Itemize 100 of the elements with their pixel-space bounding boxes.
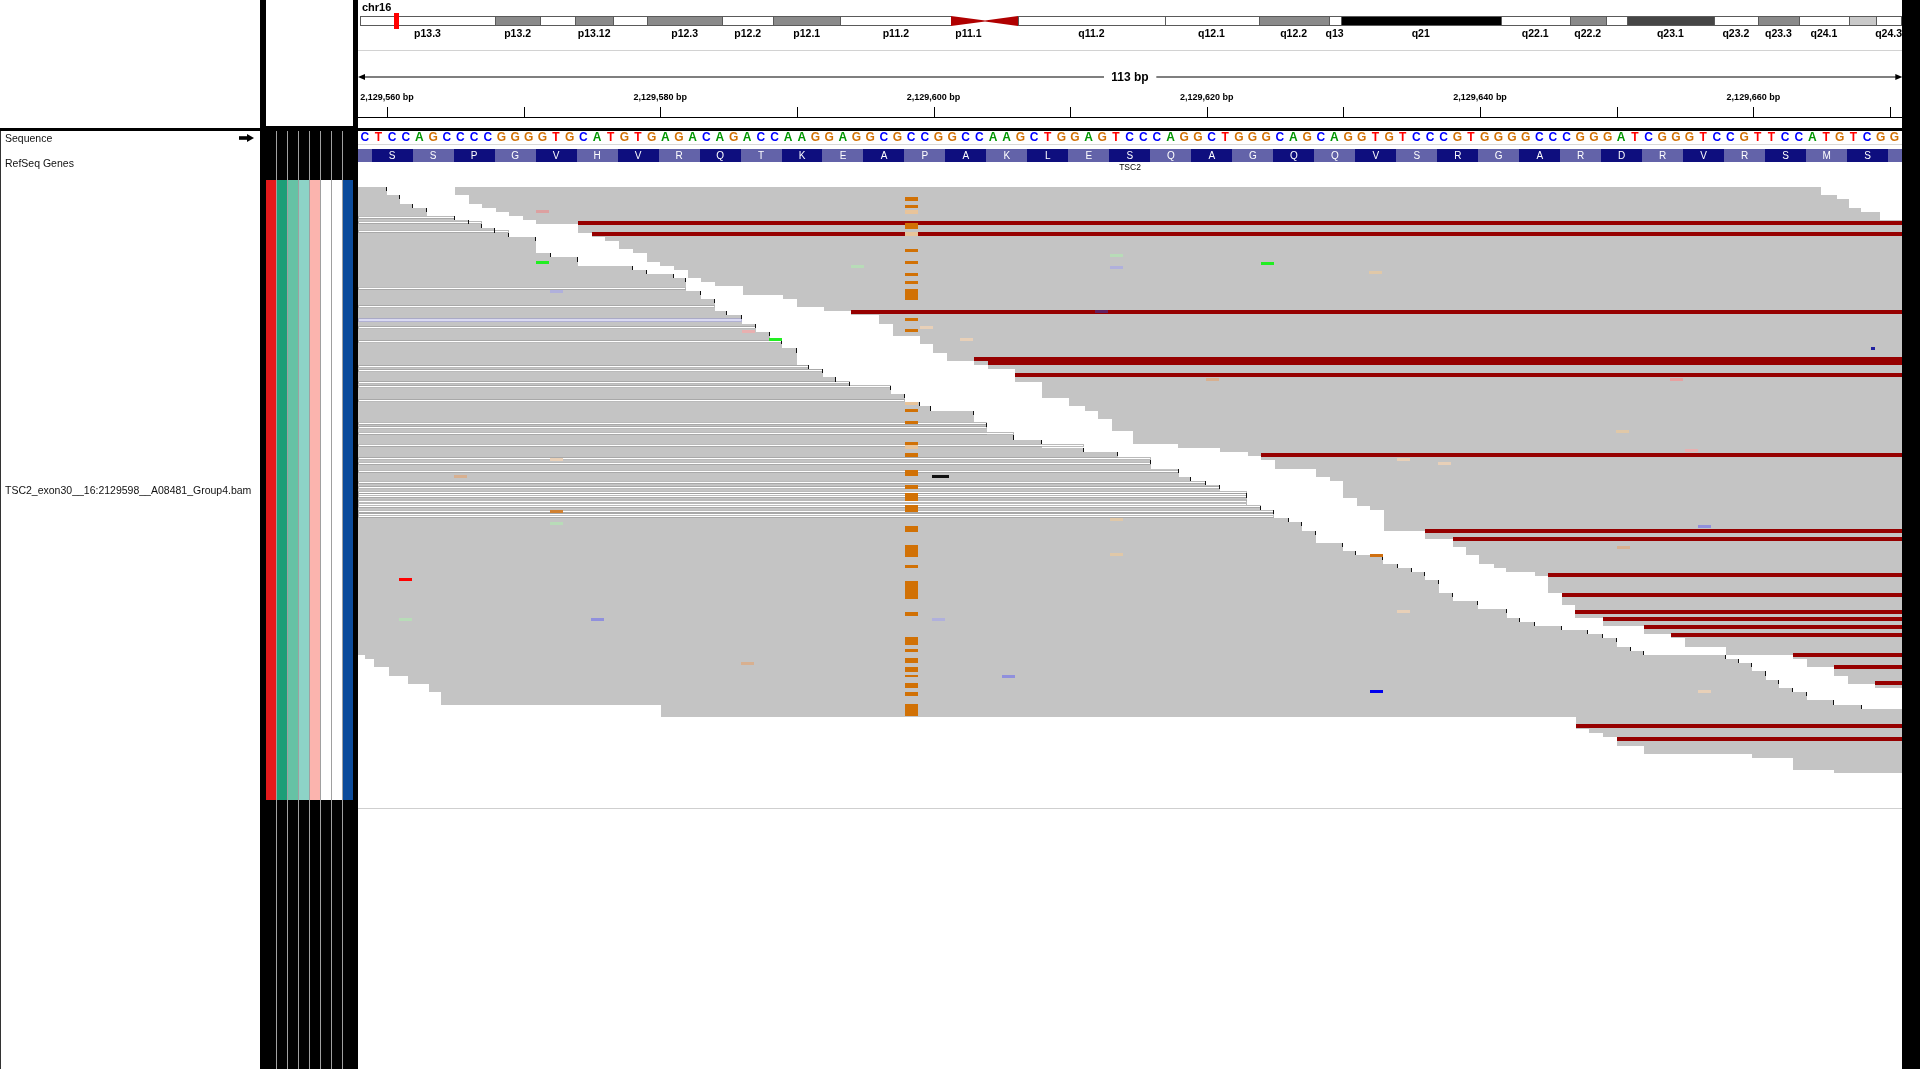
band-label: q22.2 xyxy=(1574,26,1602,39)
base-letter: C xyxy=(878,131,890,144)
base-letter: C xyxy=(1561,131,1572,144)
base-letter: G xyxy=(1301,131,1313,144)
tick-label: 2,129,560 bp xyxy=(360,92,414,103)
base-letter: G xyxy=(495,131,508,144)
locus-marker-icon xyxy=(394,13,399,29)
base-letter: G xyxy=(1683,131,1696,144)
base-letter: T xyxy=(1630,131,1640,144)
base-letter: C xyxy=(1124,131,1135,144)
base-letter: C xyxy=(400,131,412,144)
base-letter: C xyxy=(700,131,712,144)
base-letter: G xyxy=(1588,131,1600,144)
amino-acid: Q xyxy=(1273,149,1315,162)
base-letter: G xyxy=(1574,131,1586,144)
base-letter: G xyxy=(932,131,945,144)
amino-acid: S xyxy=(371,149,413,162)
band-label: p13.2 xyxy=(504,26,532,39)
amino-acid: A xyxy=(1519,149,1561,162)
base-letter: G xyxy=(1246,131,1259,144)
base-letter: C xyxy=(919,131,931,144)
band-label: q11.2 xyxy=(1078,26,1105,39)
amino-acid: L xyxy=(1027,149,1069,162)
base-letter: G xyxy=(850,131,863,144)
base-letter: G xyxy=(1875,131,1887,144)
base-letter: C xyxy=(468,131,480,144)
base-letter: C xyxy=(1793,131,1805,144)
base-letter: C xyxy=(578,131,589,144)
band-label: q23.2 xyxy=(1722,26,1750,39)
base-letter: G xyxy=(536,131,549,144)
base-letter: C xyxy=(1424,131,1436,144)
amino-acid: S xyxy=(1765,149,1807,162)
base-letter: C xyxy=(386,131,398,144)
base-letter: G xyxy=(1670,131,1682,144)
band-label: q13 xyxy=(1325,26,1344,39)
band-label: p12.1 xyxy=(793,26,821,39)
base-letter: G xyxy=(1233,131,1245,144)
band-label: q24.3 xyxy=(1875,26,1902,39)
base-letter: A xyxy=(714,131,726,144)
tick-label: 2,129,640 bp xyxy=(1453,92,1507,103)
base-letter: G xyxy=(1178,131,1190,144)
base-letter: C xyxy=(755,131,767,144)
base-letter: A xyxy=(987,131,999,144)
base-letter: G xyxy=(1656,131,1668,144)
amino-acid: V xyxy=(1355,149,1397,162)
band-label: q24.1 xyxy=(1810,26,1838,39)
base-letter: C xyxy=(1315,131,1327,144)
base-letter: T xyxy=(633,131,643,144)
base-letter: G xyxy=(1055,131,1067,144)
amino-acid: V xyxy=(535,149,577,162)
band-label: p13.12 xyxy=(577,26,611,39)
base-letter: T xyxy=(1466,131,1476,144)
tick-label: 2,129,660 bp xyxy=(1726,92,1781,103)
base-letter: G xyxy=(809,131,822,144)
base-letter: G xyxy=(645,131,658,144)
base-letter: G xyxy=(1356,131,1368,144)
amino-acid: D xyxy=(1601,149,1643,162)
base-letter: G xyxy=(946,131,958,144)
base-letter: T xyxy=(373,131,384,144)
band-label: p12.3 xyxy=(671,26,699,39)
amino-acid: K xyxy=(781,149,823,162)
amino-acid: A xyxy=(1191,149,1233,162)
base-letter: A xyxy=(837,131,849,144)
base-letter: G xyxy=(823,131,835,144)
base-letter: T xyxy=(1698,131,1708,144)
base-letter: A xyxy=(1329,131,1340,144)
base-letter: C xyxy=(1151,131,1163,144)
base-letter: G xyxy=(727,131,740,144)
base-letter: C xyxy=(482,131,494,144)
base-letter: A xyxy=(796,131,808,144)
amino-acid: S xyxy=(1847,149,1889,162)
base-letter: A xyxy=(414,131,425,144)
base-letter: C xyxy=(1643,131,1654,144)
chromosome-band xyxy=(1757,16,1799,26)
tick-label: 2,129,580 bp xyxy=(633,92,688,103)
amino-acid: A xyxy=(863,149,905,162)
right-arrow-icon[interactable] xyxy=(239,134,254,142)
base-letter: T xyxy=(1370,131,1381,144)
base-letter: C xyxy=(359,131,371,144)
amino-acid: R xyxy=(1437,149,1479,162)
track-name: TSC2_exon30__16:2129598__A08481_Group4.bam xyxy=(5,484,253,496)
base-letter: C xyxy=(1711,131,1723,144)
base-letter: A xyxy=(782,131,794,144)
base-letter: G xyxy=(1014,131,1026,144)
chromosome-band xyxy=(540,16,576,26)
base-letter: A xyxy=(1083,131,1094,144)
base-letter: A xyxy=(1288,131,1299,144)
base-letter: T xyxy=(551,131,561,144)
chromosome-band xyxy=(575,16,614,26)
base-letter: C xyxy=(1274,131,1286,144)
base-letter: G xyxy=(564,131,576,144)
band-label: q23.3 xyxy=(1765,26,1792,39)
base-letter: T xyxy=(1398,131,1408,144)
base-letter: T xyxy=(1111,131,1121,144)
chromosome-name: chr16 xyxy=(361,0,392,14)
base-letter: C xyxy=(1438,131,1449,144)
base-letter: T xyxy=(1753,131,1763,144)
base-letter: G xyxy=(1383,131,1395,144)
gene-name: TSC2 xyxy=(1119,163,1141,172)
tick-label: 2,129,600 bp xyxy=(906,92,961,103)
